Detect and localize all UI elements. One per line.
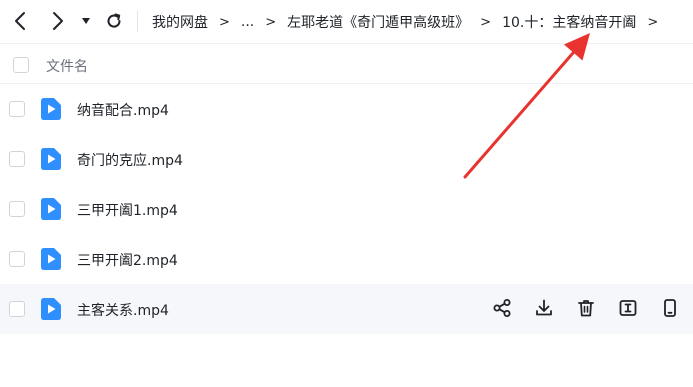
- file-name[interactable]: 纳音配合.mp4: [77, 100, 169, 120]
- file-name[interactable]: 三甲开阖1.mp4: [77, 200, 178, 220]
- breadcrumb-ellipsis[interactable]: ...: [241, 14, 254, 30]
- breadcrumb-separator: >: [219, 14, 230, 30]
- row-checkbox[interactable]: [9, 301, 25, 317]
- rename-button[interactable]: [617, 297, 639, 319]
- send-to-phone-button[interactable]: [659, 297, 681, 319]
- file-row-hovered[interactable]: 主客关系.mp4: [0, 284, 693, 334]
- file-row[interactable]: 纳音配合.mp4: [0, 84, 693, 134]
- file-row[interactable]: 奇门的克应.mp4: [0, 134, 693, 184]
- share-button[interactable]: [491, 297, 513, 319]
- video-file-icon: [41, 98, 61, 120]
- breadcrumb-separator: >: [480, 14, 492, 30]
- toolbar: 我的网盘 > ... > 左耶老道《奇门遁甲高级班》 > 10.十：主客纳音开阖…: [0, 0, 693, 44]
- rename-icon: [619, 300, 637, 316]
- caret-down-icon: [82, 18, 90, 24]
- mobile-icon: [664, 299, 676, 317]
- breadcrumb-root[interactable]: 我的网盘: [152, 12, 208, 32]
- history-dropdown-button[interactable]: [78, 8, 94, 34]
- file-name[interactable]: 三甲开阖2.mp4: [77, 250, 178, 270]
- download-icon: [536, 299, 552, 316]
- breadcrumb-current[interactable]: 10.十：主客纳音开阖: [502, 12, 636, 32]
- file-row[interactable]: 三甲开阖2.mp4: [0, 234, 693, 284]
- column-header-filename[interactable]: 文件名: [46, 56, 88, 76]
- delete-button[interactable]: [575, 297, 597, 319]
- row-checkbox[interactable]: [9, 151, 25, 167]
- breadcrumb-separator: >: [265, 14, 277, 30]
- chevron-right-icon: [53, 12, 63, 30]
- row-checkbox[interactable]: [9, 251, 25, 267]
- download-button[interactable]: [533, 297, 555, 319]
- back-button[interactable]: [8, 8, 32, 34]
- select-all-checkbox[interactable]: [13, 57, 29, 73]
- file-name[interactable]: 主客关系.mp4: [77, 300, 169, 320]
- share-icon: [493, 299, 511, 317]
- row-checkbox[interactable]: [9, 201, 25, 217]
- refresh-button[interactable]: [102, 8, 126, 34]
- file-list-header: 文件名: [0, 45, 693, 84]
- video-file-icon: [41, 198, 61, 220]
- video-file-icon: [41, 248, 61, 270]
- row-checkbox[interactable]: [9, 101, 25, 117]
- breadcrumb-separator: >: [647, 14, 659, 30]
- breadcrumb: 我的网盘 > ... > 左耶老道《奇门遁甲高级班》 > 10.十：主客纳音开阖…: [152, 0, 669, 44]
- file-name[interactable]: 奇门的克应.mp4: [77, 150, 183, 170]
- refresh-icon: [107, 13, 121, 28]
- toolbar-divider: [137, 10, 138, 32]
- file-row[interactable]: 三甲开阖1.mp4: [0, 184, 693, 234]
- forward-button[interactable]: [46, 8, 70, 34]
- video-file-icon: [41, 148, 61, 170]
- delete-icon: [578, 300, 594, 317]
- chevron-left-icon: [15, 12, 25, 30]
- video-file-icon: [41, 298, 61, 320]
- breadcrumb-folder[interactable]: 左耶老道《奇门遁甲高级班》: [287, 12, 469, 32]
- row-actions: [491, 297, 681, 319]
